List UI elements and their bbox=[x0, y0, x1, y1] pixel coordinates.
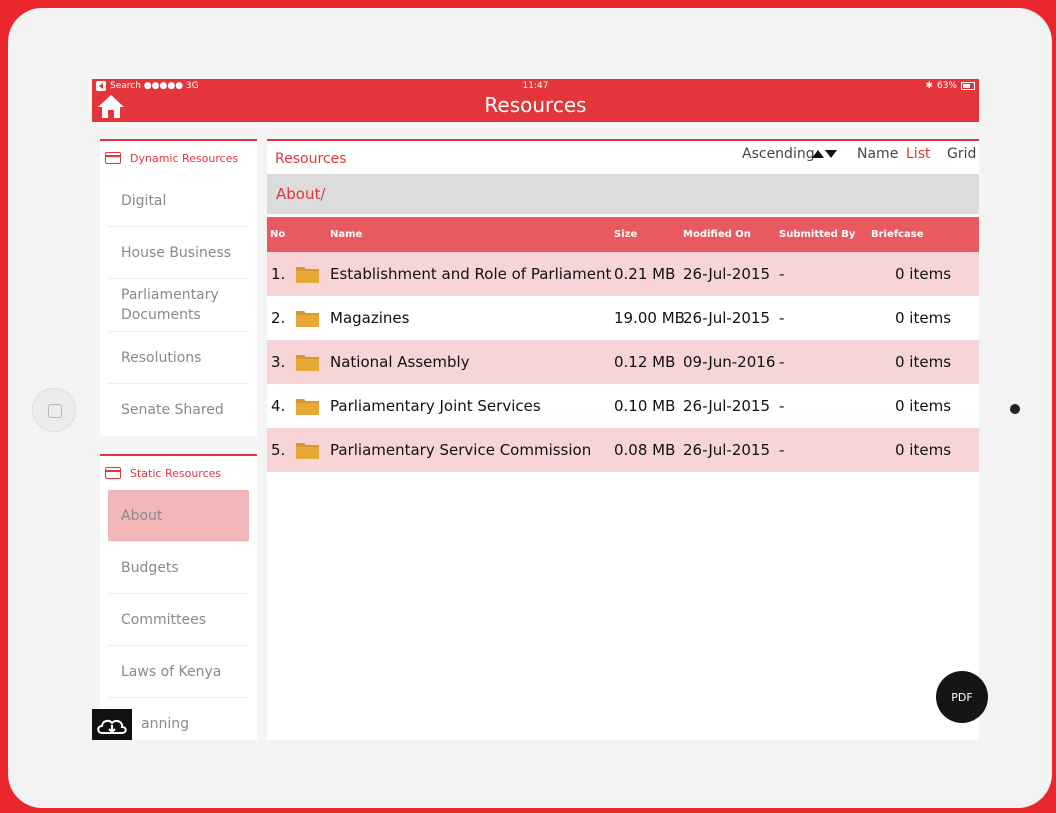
view-grid-toggle[interactable]: Grid bbox=[947, 146, 976, 162]
folder-icon bbox=[296, 355, 319, 371]
table-row[interactable]: 2. Magazines 19.00 MB 26-Jul-2015 - 0 it… bbox=[267, 296, 979, 340]
row-number: 5. bbox=[271, 441, 286, 459]
row-briefcase: 0 items bbox=[895, 397, 952, 415]
table-header: No Name Size Modified On Submitted By Br… bbox=[267, 217, 979, 252]
row-modified: 26-Jul-2015 bbox=[683, 441, 771, 459]
row-name: Parliamentary Service Commission bbox=[330, 441, 592, 459]
table-row[interactable]: 4. Parliamentary Joint Services 0.10 MB … bbox=[267, 384, 979, 428]
col-name[interactable]: Name bbox=[330, 229, 362, 240]
page-title: Resources bbox=[484, 93, 587, 117]
col-modified[interactable]: Modified On bbox=[683, 229, 751, 240]
col-size[interactable]: Size bbox=[614, 229, 637, 240]
panel-header: Resources Ascending Name List Grid bbox=[267, 141, 979, 174]
sidebar-item-senate-shared[interactable]: Senate Shared bbox=[108, 384, 249, 436]
row-size: 0.21 MB bbox=[614, 265, 676, 283]
app-screen: Search ●●●●● 3G 11:47 ✱ 63% Resources Dy… bbox=[92, 79, 979, 740]
sidebar-item-label: About bbox=[121, 507, 163, 524]
sort-arrows-icon[interactable] bbox=[812, 150, 837, 158]
sort-by-name[interactable]: Name bbox=[857, 146, 898, 162]
sidebar-item-digital[interactable]: Digital bbox=[108, 175, 249, 227]
row-name: Parliamentary Joint Services bbox=[330, 397, 541, 415]
sidebar-item-label: Senate Shared bbox=[121, 402, 224, 418]
row-name: Establishment and Role of Parliament bbox=[330, 265, 612, 283]
col-briefcase[interactable]: Briefcase bbox=[871, 229, 924, 240]
sidebar-item-about[interactable]: About bbox=[108, 490, 249, 542]
sort-order-toggle[interactable]: Ascending bbox=[742, 146, 815, 162]
sidebar-item-label: Laws of Kenya bbox=[121, 663, 222, 680]
row-briefcase: 0 items bbox=[895, 309, 952, 327]
col-no[interactable]: No bbox=[270, 229, 285, 240]
row-number: 2. bbox=[271, 309, 286, 327]
row-name: Magazines bbox=[330, 309, 410, 327]
row-size: 0.10 MB bbox=[614, 397, 676, 415]
row-briefcase: 0 items bbox=[895, 353, 952, 371]
folder-icon bbox=[296, 443, 319, 459]
row-number: 3. bbox=[271, 353, 286, 371]
device-camera bbox=[1010, 404, 1020, 414]
static-resources-header: Static Resources bbox=[100, 454, 257, 490]
sidebar-item-label: anning bbox=[141, 715, 189, 732]
row-briefcase: 0 items bbox=[895, 265, 952, 283]
row-submitted: - bbox=[779, 353, 785, 371]
bluetooth-icon: ✱ bbox=[925, 81, 933, 91]
sidebar-item-house-business[interactable]: House Business bbox=[108, 227, 249, 279]
static-resources-label: Static Resources bbox=[130, 466, 222, 480]
col-submitted[interactable]: Submitted By bbox=[779, 229, 855, 240]
folder-icon bbox=[296, 399, 319, 415]
dynamic-resources-label: Dynamic Resources bbox=[130, 151, 239, 165]
sidebar-divider bbox=[100, 436, 257, 454]
row-size: 0.08 MB bbox=[614, 441, 676, 459]
battery-percent: 63% bbox=[936, 81, 957, 91]
sidebar-item-budgets[interactable]: Budgets bbox=[108, 542, 249, 594]
sidebar-item-parliamentary-documents[interactable]: Parliamentary Documents bbox=[108, 279, 249, 332]
panel-title: Resources bbox=[275, 151, 347, 167]
view-list-toggle[interactable]: List bbox=[906, 146, 930, 162]
resources-panel: Resources Ascending Name List Grid About… bbox=[267, 139, 979, 740]
sidebar-item-label: Budgets bbox=[121, 559, 179, 576]
folder-icon bbox=[296, 311, 319, 327]
row-number: 4. bbox=[271, 397, 286, 415]
row-number: 1. bbox=[271, 265, 286, 283]
cloud-download-icon[interactable] bbox=[92, 709, 132, 740]
status-time: 11:47 bbox=[522, 81, 549, 91]
device-side-button bbox=[32, 388, 76, 432]
row-size: 0.12 MB bbox=[614, 353, 676, 371]
row-modified: 09-Jun-2016 bbox=[683, 353, 776, 371]
folder-icon bbox=[296, 267, 319, 283]
row-submitted: - bbox=[779, 309, 785, 327]
sidebar: Dynamic Resources Digital House Business… bbox=[100, 139, 257, 740]
sidebar-item-label: Digital bbox=[121, 192, 167, 209]
pdf-button[interactable]: PDF bbox=[936, 671, 988, 723]
briefcase-icon bbox=[105, 152, 121, 164]
row-submitted: - bbox=[779, 441, 785, 459]
dynamic-resources-header: Dynamic Resources bbox=[100, 139, 257, 175]
row-submitted: - bbox=[779, 397, 785, 415]
sidebar-item-label: Parliamentary Documents bbox=[121, 287, 219, 323]
row-modified: 26-Jul-2015 bbox=[683, 397, 771, 415]
briefcase-icon bbox=[105, 467, 121, 479]
sidebar-item-laws-of-kenya[interactable]: Laws of Kenya bbox=[108, 646, 249, 698]
sidebar-item-label: Committees bbox=[121, 611, 207, 628]
row-modified: 26-Jul-2015 bbox=[683, 265, 771, 283]
sidebar-item-label: Resolutions bbox=[121, 349, 202, 366]
nav-bar: Search ●●●●● 3G 11:47 ✱ 63% Resources bbox=[92, 79, 979, 122]
row-submitted: - bbox=[779, 265, 785, 283]
sidebar-item-resolutions[interactable]: Resolutions bbox=[108, 332, 249, 384]
sidebar-item-committees[interactable]: Committees bbox=[108, 594, 249, 646]
row-modified: 26-Jul-2015 bbox=[683, 309, 771, 327]
row-size: 19.00 MB bbox=[614, 309, 685, 327]
battery-icon bbox=[961, 82, 975, 90]
status-right: ✱ 63% bbox=[925, 81, 975, 91]
table-row[interactable]: 5. Parliamentary Service Commission 0.08… bbox=[267, 428, 979, 472]
sidebar-item-label: House Business bbox=[121, 244, 232, 261]
table-row[interactable]: 1. Establishment and Role of Parliament … bbox=[267, 252, 979, 296]
table-row[interactable]: 3. National Assembly 0.12 MB 09-Jun-2016… bbox=[267, 340, 979, 384]
row-name: National Assembly bbox=[330, 353, 470, 371]
row-briefcase: 0 items bbox=[895, 441, 952, 459]
breadcrumb[interactable]: About/ bbox=[267, 174, 979, 214]
